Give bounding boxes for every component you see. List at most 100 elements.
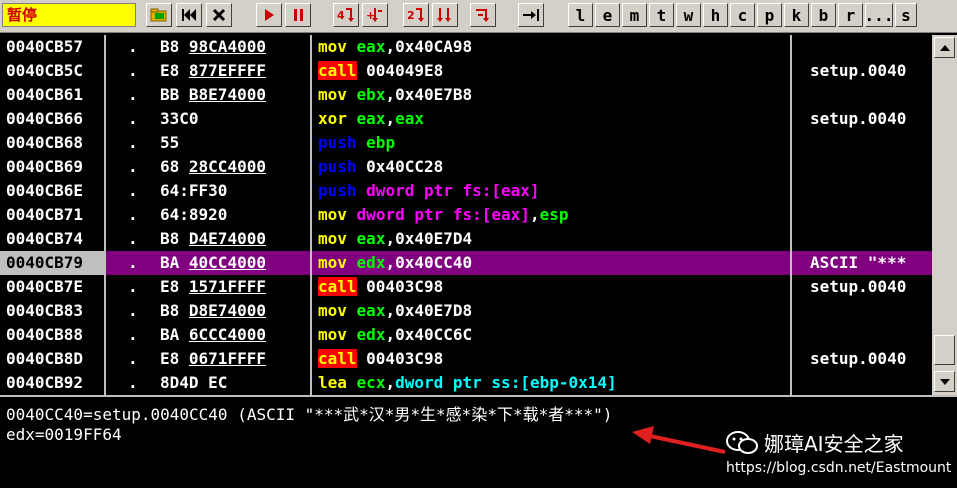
- window-button-b[interactable]: b: [811, 3, 836, 27]
- jump-marker: .: [128, 349, 138, 368]
- window-button-h[interactable]: h: [703, 3, 728, 27]
- instruction-token: [347, 37, 357, 56]
- window-button-r[interactable]: r: [838, 3, 863, 27]
- jump-marker: .: [128, 325, 138, 344]
- pause-icon[interactable]: [285, 3, 311, 27]
- hex-opcode: BA: [160, 325, 189, 344]
- instruction-token: ,0x40CC40: [385, 253, 473, 272]
- status-paused: 暂停: [2, 3, 136, 27]
- step-into-icon[interactable]: 4: [333, 3, 359, 27]
- watermark-title: 娜璋AI安全之家: [764, 432, 904, 456]
- hex-operand: D4E74000: [188, 229, 266, 248]
- disasm-row[interactable]: 0040CB74. B8 D4E74000 mov eax,0x40E7D4: [0, 227, 932, 251]
- disasm-row[interactable]: 0040CB92. 8D4D EC lea ecx,dword ptr ss:[eb…: [0, 371, 932, 395]
- watermark: 娜璋AI安全之家: [726, 428, 904, 457]
- hex-operand: 98CA4000: [188, 37, 266, 56]
- jump-marker: .: [128, 133, 138, 152]
- instruction-token: ,0x40E7B8: [385, 85, 473, 104]
- instruction-token: 004049E8: [356, 61, 444, 80]
- instruction-token: [347, 301, 357, 320]
- instruction-token: edx: [356, 325, 386, 344]
- disasm-row[interactable]: 0040CB88. BA 6CCC4000 mov edx,0x40CC6C: [0, 323, 932, 347]
- jump-marker: .: [128, 109, 138, 128]
- disasm-row[interactable]: 0040CB61. BB B8E74000 mov ebx,0x40E7B8: [0, 83, 932, 107]
- step-over-icon[interactable]: +: [362, 3, 388, 27]
- column-divider: [790, 35, 792, 395]
- trace-over-icon[interactable]: [432, 3, 458, 27]
- close-icon[interactable]: [206, 3, 232, 27]
- open-icon[interactable]: [146, 3, 172, 27]
- vertical-scrollbar[interactable]: [932, 35, 957, 395]
- info-line-register: edx=0019FF64: [6, 425, 122, 444]
- instruction: mov eax,0x40E7D4: [318, 227, 472, 251]
- hex-operand: 1571FFFF: [188, 277, 266, 296]
- scroll-down-icon[interactable]: [934, 371, 955, 392]
- instruction-token: ,: [529, 205, 540, 224]
- disasm-row[interactable]: 0040CB5C. E8 877EFFFF call 004049E8 setup.0…: [0, 59, 932, 83]
- hex-operand: 40CC4000: [188, 253, 266, 272]
- window-button-c[interactable]: c: [730, 3, 755, 27]
- hex-opcode: 8D4D EC: [160, 373, 228, 392]
- instruction-token: eax: [356, 37, 386, 56]
- jump-marker: .: [128, 37, 138, 56]
- disassembly-pane[interactable]: 0040CB57. B8 98CA4000 mov eax,0x40CA98 0040…: [0, 35, 932, 395]
- instruction: lea ecx,dword ptr ss:[ebp-0x14]: [318, 371, 617, 395]
- column-divider: [310, 35, 312, 395]
- disasm-row[interactable]: 0040CB57. B8 98CA4000 mov eax,0x40CA98: [0, 35, 932, 59]
- hex-operand: 6CCC4000: [188, 325, 266, 344]
- disasm-row[interactable]: 0040CB8D. E8 0671FFFF call 00403C98 setup.0…: [0, 347, 932, 371]
- window-button-k[interactable]: k: [784, 3, 809, 27]
- instruction-token: eax: [356, 301, 386, 320]
- jump-marker: .: [128, 181, 138, 200]
- jump-marker: .: [128, 373, 138, 392]
- instruction-token: 00403C98: [356, 277, 444, 296]
- jump-marker: .: [128, 253, 138, 272]
- execute-till-return-icon[interactable]: [470, 3, 496, 27]
- hex-opcode: B8: [160, 229, 189, 248]
- restart-icon[interactable]: [176, 3, 202, 27]
- wechat-icon: [726, 430, 758, 454]
- instruction: mov ebx,0x40E7B8: [318, 83, 472, 107]
- instruction-token: push: [318, 181, 357, 200]
- window-button-s[interactable]: s: [895, 3, 917, 27]
- hex-bytes: B8 98CA4000: [160, 35, 266, 59]
- address: 0040CB6E: [6, 181, 84, 200]
- goto-icon[interactable]: [518, 3, 544, 27]
- hex-bytes: 8D4D EC: [160, 371, 227, 395]
- disasm-row[interactable]: 0040CB69. 68 28CC4000 push 0x40CC28: [0, 155, 932, 179]
- disasm-row[interactable]: 0040CB68. 55 push ebp: [0, 131, 932, 155]
- address: 0040CB79: [0, 251, 104, 275]
- window-button-l[interactable]: l: [568, 3, 593, 27]
- instruction-token: ,0x40E7D4: [385, 229, 473, 248]
- window-button-m[interactable]: m: [622, 3, 647, 27]
- hex-bytes: E8 0671FFFF: [160, 347, 266, 371]
- instruction: call 00403C98: [318, 347, 443, 371]
- disasm-row[interactable]: 0040CB71. 64:8920 mov dword ptr fs:[eax],e…: [0, 203, 932, 227]
- hex-bytes: 64:FF30: [160, 179, 227, 203]
- window-button-t[interactable]: t: [649, 3, 674, 27]
- address: 0040CB57: [6, 37, 84, 56]
- window-button-e[interactable]: e: [595, 3, 620, 27]
- disasm-row[interactable]: 0040CB79. BA 40CC4000 mov edx,0x40CC40 ASCI…: [0, 251, 932, 275]
- disasm-row[interactable]: 0040CB83. B8 D8E74000 mov eax,0x40E7D8: [0, 299, 932, 323]
- run-icon[interactable]: [256, 3, 282, 27]
- address: 0040CB5C: [6, 61, 84, 80]
- scroll-thumb[interactable]: [934, 335, 955, 365]
- instruction-token: 00403C98: [356, 349, 444, 368]
- comment: setup.0040: [810, 277, 907, 296]
- disasm-row[interactable]: 0040CB7E. E8 1571FFFF call 00403C98 setup.0…: [0, 275, 932, 299]
- window-button-more[interactable]: ...: [865, 3, 893, 27]
- window-button-w[interactable]: w: [676, 3, 701, 27]
- window-button-p[interactable]: p: [757, 3, 782, 27]
- instruction-token: xor: [318, 109, 347, 128]
- disasm-row[interactable]: 0040CB66. 33C0 xor eax,eax setup.0040: [0, 107, 932, 131]
- hex-opcode: E8: [160, 277, 189, 296]
- scroll-up-icon[interactable]: [934, 37, 955, 58]
- hex-bytes: 55: [160, 131, 179, 155]
- instruction: call 004049E8: [318, 59, 443, 83]
- instruction: mov edx,0x40CC6C: [318, 323, 472, 347]
- disasm-row[interactable]: 0040CB6E. 64:FF30 push dword ptr fs:[eax]: [0, 179, 932, 203]
- trace-into-icon[interactable]: 2: [403, 3, 429, 27]
- address: 0040CB69: [6, 157, 84, 176]
- address: 0040CB74: [6, 229, 84, 248]
